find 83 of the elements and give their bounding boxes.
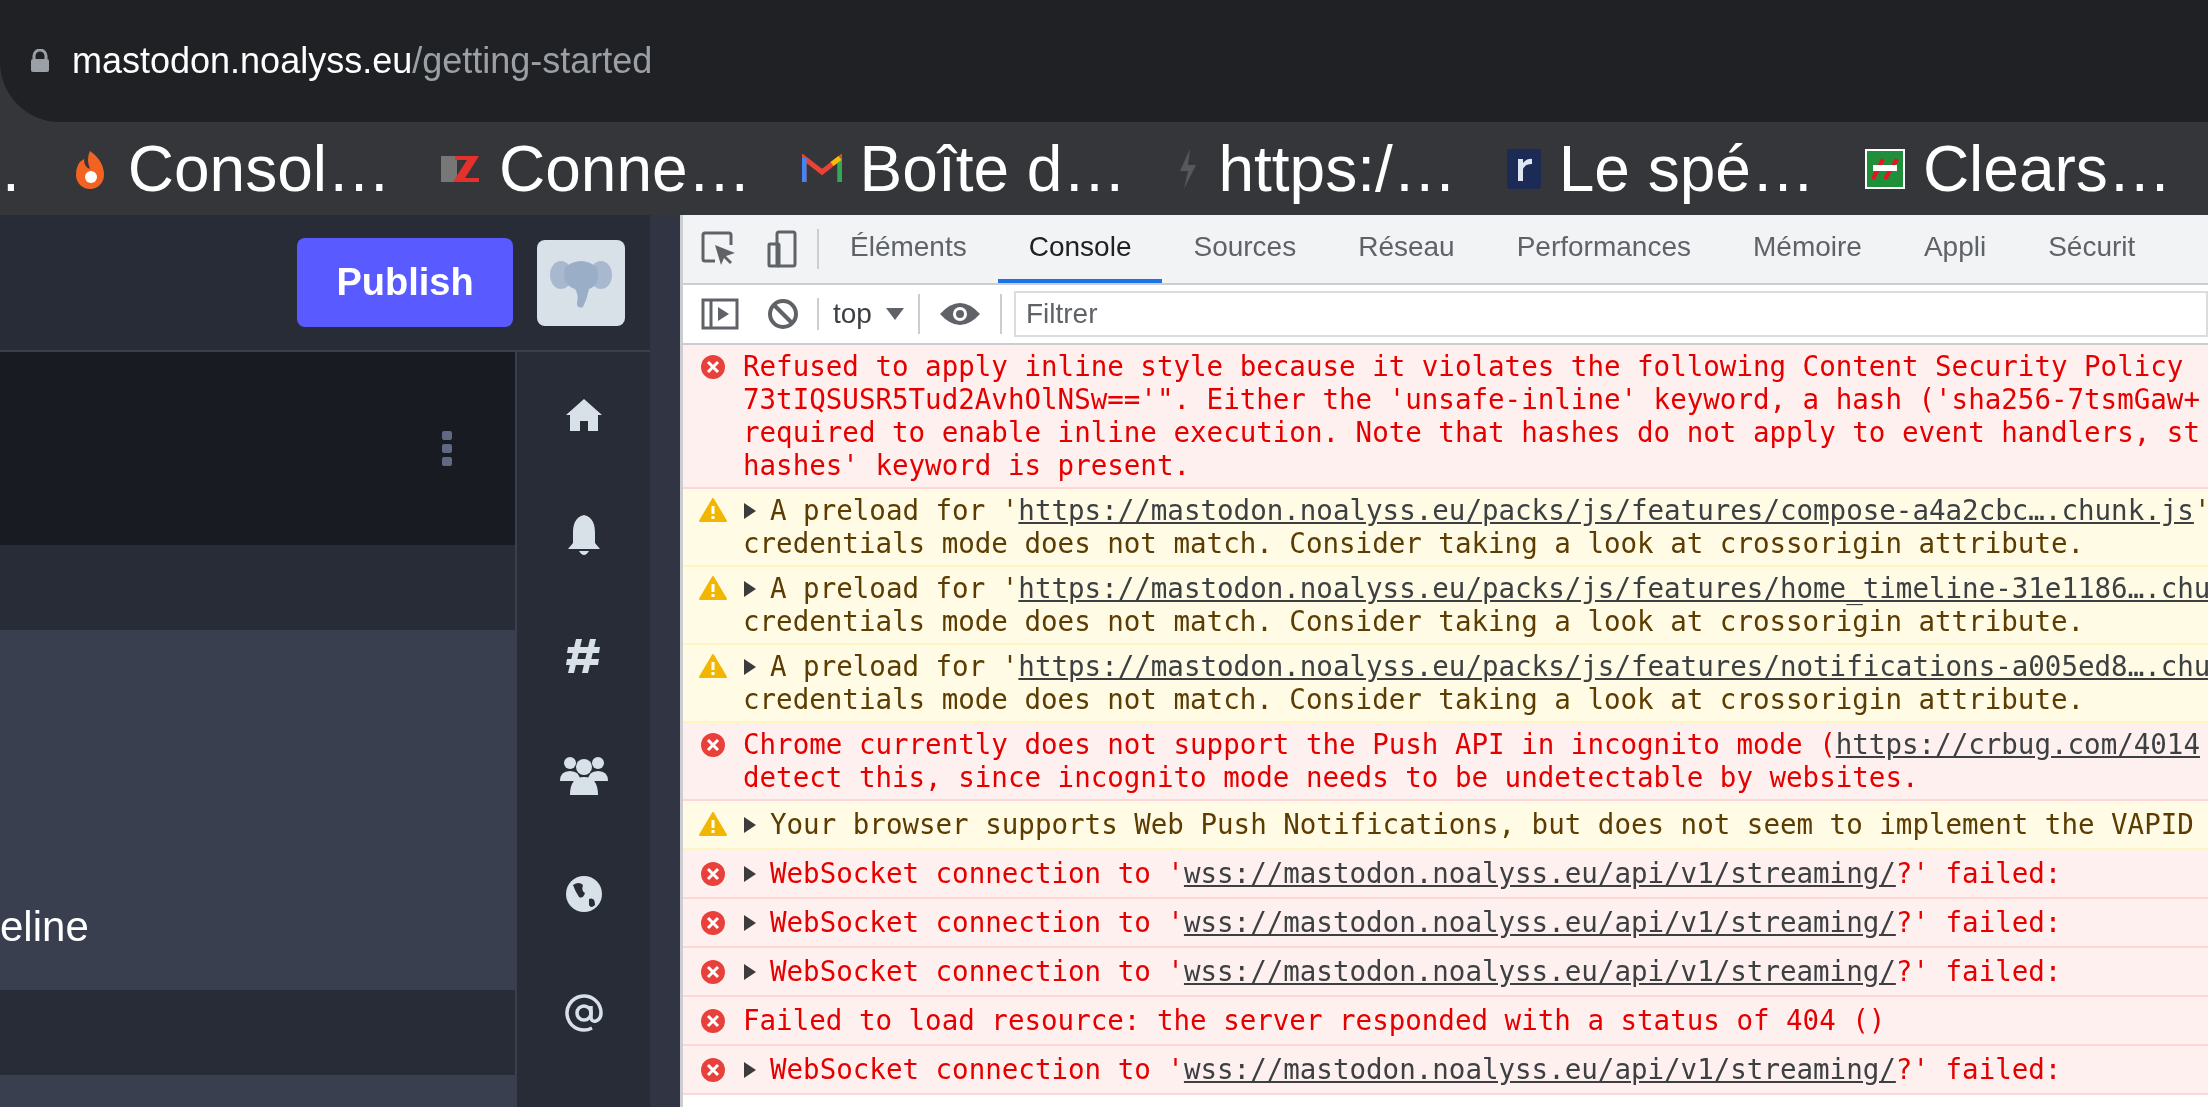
bookmark-link[interactable]: Consol… — [127, 136, 391, 201]
error-icon — [700, 1057, 726, 1083]
bookmark-favicon — [1864, 148, 1905, 189]
expand-triangle-icon[interactable] — [743, 501, 757, 520]
message-text: detect this, since incognito mode needs to be undetectable by websites. — [743, 761, 1919, 794]
message-text: credentials mode does not match. Consider taking a look at crossorigin attribute. — [743, 605, 2085, 638]
url-link[interactable]: https://mastodon.noalyss.eu/packs/js/features/compose-a4a2cbc….chunk.js — [1018, 494, 2194, 527]
bookmark-link[interactable]: Conne… — [499, 136, 752, 201]
message-text: WebSocket connection to ' — [770, 857, 1184, 890]
bookmark-favicon — [1506, 148, 1541, 189]
more-options-icon[interactable] — [441, 430, 453, 467]
people-icon[interactable] — [559, 755, 608, 795]
context-dropdown[interactable]: top — [819, 294, 920, 334]
sidebar-toggle-icon[interactable] — [701, 298, 739, 330]
expand-triangle-icon[interactable] — [743, 657, 757, 676]
message-text: credentials mode does not match. Consider taking a look at crossorigin attribute. — [743, 683, 2085, 716]
expand-triangle-icon[interactable] — [743, 579, 757, 598]
url-link[interactable]: wss://mastodon.noalyss.eu/api/v1/streaming/ — [1183, 857, 1896, 890]
inspect-element-icon[interactable] — [701, 231, 737, 267]
publish-button[interactable]: Publish — [297, 238, 513, 327]
warning-icon — [699, 498, 727, 522]
devtools-tab[interactable]: Éléments — [819, 215, 998, 283]
lock-icon — [30, 49, 50, 73]
message-text: Your browser supports Web Push Notifications, but does not seem to implement the VAPID — [770, 808, 2194, 841]
address-bar[interactable]: mastodon.noalyss.eu/getting-started — [0, 0, 2208, 122]
error-icon — [700, 1008, 726, 1034]
message-text: WebSocket connection to ' — [770, 1053, 1184, 1086]
at-sign-icon[interactable] — [563, 993, 604, 1033]
bell-icon[interactable] — [566, 513, 601, 557]
hashtag-icon[interactable] — [565, 637, 602, 675]
message-text: A preload for ' — [770, 650, 1019, 683]
devtools-tab[interactable]: Performances — [1485, 215, 1722, 283]
message-text: ?' failed: — [1895, 906, 2062, 939]
message-text: Failed to load resource: the server responded with a status of 404 () — [743, 1004, 1886, 1037]
globe-icon[interactable] — [564, 875, 603, 913]
message-text: A preload for ' — [770, 494, 1019, 527]
message-text: WebSocket connection to ' — [770, 955, 1184, 988]
message-text: ?' failed: — [1895, 857, 2062, 890]
expand-triangle-icon[interactable] — [743, 1060, 757, 1079]
devtools-tab[interactable]: Mémoire — [1722, 215, 1893, 283]
error-icon — [700, 910, 726, 936]
warning-icon — [699, 576, 727, 600]
warning-icon — [699, 654, 727, 678]
mail-icon — [801, 153, 842, 184]
expand-triangle-icon[interactable] — [743, 913, 757, 932]
bookmark-link[interactable]: Clears… — [1922, 136, 2172, 201]
url-link[interactable]: wss://mastodon.noalyss.eu/api/v1/streaming/ — [1183, 1053, 1896, 1086]
devtools-tab[interactable]: Sources — [1162, 215, 1328, 283]
error-icon — [700, 732, 726, 758]
message-text: credentials mode does not match. Consider taking a look at crossorigin attribute. — [743, 527, 2085, 560]
message-text: A preload for ' — [770, 572, 1019, 605]
devtools-tab[interactable]: Réseau — [1327, 215, 1486, 283]
expand-triangle-icon[interactable] — [743, 962, 757, 981]
expand-triangle-icon[interactable] — [743, 864, 757, 883]
bookmark-link[interactable]: Boîte d… — [859, 136, 1127, 201]
error-icon — [700, 959, 726, 985]
url-link[interactable]: wss://mastodon.noalyss.eu/api/v1/streaming/ — [1183, 906, 1896, 939]
bookmark-link[interactable]: . — [2, 136, 20, 201]
message-text: Chrome currently does not support the Push API in incognito mode ( — [743, 728, 1836, 761]
message-text: ?' failed: — [1895, 955, 2062, 988]
url-link[interactable]: wss://mastodon.noalyss.eu/api/v1/streaming/ — [1183, 955, 1896, 988]
message-text: Refused to apply inline style because it violates the following Content Security Policy — [743, 350, 2184, 383]
devtools-tab[interactable]: Appli — [1892, 215, 2018, 283]
device-toolbar-icon[interactable] — [767, 230, 797, 268]
url-link[interactable]: https://mastodon.noalyss.eu/packs/js/features/notifications-a005ed8….chu — [1018, 650, 2208, 683]
message-text: required to enable inline execution. Note that hashes do not apply to event handlers, st — [743, 416, 2200, 449]
dropdown-caret-icon — [885, 308, 904, 320]
message-text: hashes' keyword is present. — [743, 449, 1191, 482]
error-icon — [700, 861, 726, 887]
message-text: 73tIQSUSR5Tud2AvhOlNSw=='". Either the 'unsafe-inline' keyword, a hash ('sha256-7tsmGaw+ — [743, 383, 2200, 416]
clear-console-icon[interactable] — [767, 298, 799, 330]
devtools-tab[interactable]: Sécurit — [2017, 215, 2167, 283]
url-text: mastodon.noalyss.eu/getting-started — [72, 39, 653, 83]
message-text: ' — [2193, 494, 2208, 527]
filter-field[interactable]: Filtrer — [1013, 291, 2208, 337]
error-icon — [700, 354, 726, 380]
url-link[interactable]: https://mastodon.noalyss.eu/packs/js/features/home_timeline-31e1186….chu — [1018, 572, 2208, 605]
warning-icon — [699, 812, 727, 836]
expand-triangle-icon[interactable] — [743, 815, 757, 834]
url-link[interactable]: https://crbug.com/4014 — [1835, 728, 2200, 761]
message-text: WebSocket connection to ' — [770, 906, 1184, 939]
column-heading: eline — [0, 906, 89, 948]
message-text: ?' failed: — [1895, 1053, 2062, 1086]
